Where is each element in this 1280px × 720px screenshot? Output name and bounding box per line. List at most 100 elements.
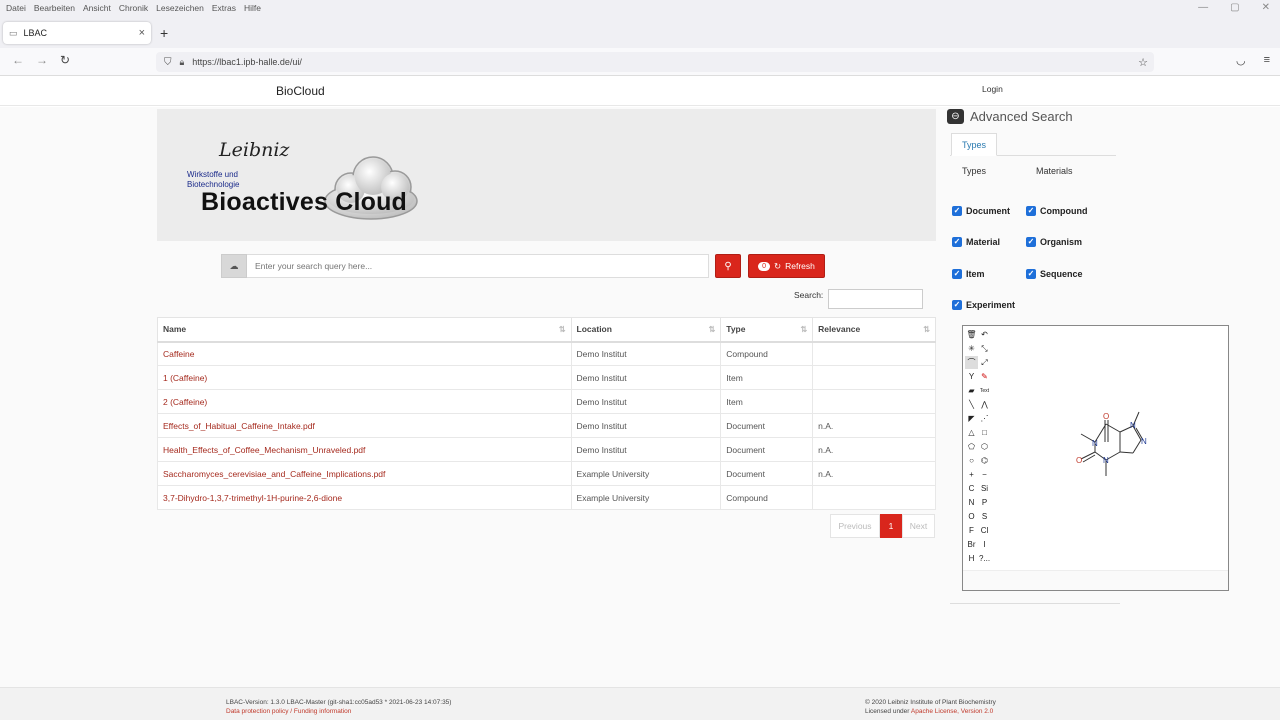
brand-link[interactable]: BioCloud — [276, 84, 325, 98]
atom-c[interactable]: C — [965, 482, 978, 495]
result-type: Compound — [720, 485, 814, 510]
maximize-icon[interactable]: ▢ — [1230, 2, 1239, 13]
circle-icon[interactable]: ○ — [965, 454, 978, 467]
collapse-icon[interactable]: ⊖ — [947, 109, 964, 124]
pagination: Previous 1 Next — [830, 514, 935, 538]
footer-links[interactable]: Data protection policy / Funding informa… — [226, 708, 351, 715]
trash-icon[interactable]: 🗑︎ — [965, 328, 978, 341]
new-tab-icon[interactable]: + — [160, 25, 168, 41]
checkbox-compound[interactable]: ✓ Compound — [1026, 206, 1088, 216]
minimize-icon[interactable]: — — [1198, 2, 1208, 13]
pagination-page-current[interactable]: 1 — [880, 514, 902, 538]
atom-s[interactable]: S — [978, 510, 991, 523]
checkbox-sequence[interactable]: ✓ Sequence — [1026, 269, 1083, 279]
chain-bond-icon[interactable]: ⋀ — [978, 398, 991, 411]
square-icon[interactable]: □ — [978, 426, 991, 439]
table-search-input[interactable] — [828, 289, 923, 309]
result-name-link[interactable]: Health_Effects_of_Coffee_Mechanism_Unrav… — [157, 437, 572, 462]
menu-extras[interactable]: Extras — [212, 3, 236, 13]
back-icon[interactable]: ← — [12, 53, 24, 67]
atom-p[interactable]: P — [978, 496, 991, 509]
checkbox-material[interactable]: ✓ Material — [952, 237, 1000, 247]
atom-br[interactable]: Br — [965, 538, 978, 551]
atom-i[interactable]: I — [978, 538, 991, 551]
resize-icon[interactable]: ⤢ — [978, 356, 991, 369]
triangle-icon[interactable]: △ — [965, 426, 978, 439]
atom-f[interactable]: F — [965, 524, 978, 537]
undo-icon[interactable]: ↶ — [978, 328, 991, 341]
column-header-name[interactable]: Name ⇅ — [157, 317, 572, 343]
license-link[interactable]: Apache License, Version 2.0 — [911, 708, 993, 715]
tab-types[interactable]: Types — [951, 133, 997, 156]
checkbox-item[interactable]: ✓ Item — [952, 269, 985, 279]
sidebar-divider — [950, 603, 1120, 604]
result-location: Demo Institut — [570, 365, 722, 390]
pagination-previous[interactable]: Previous — [830, 514, 880, 538]
login-link[interactable]: Login — [982, 84, 1003, 94]
pocket-icon[interactable]: ◡ — [1236, 54, 1246, 67]
forward-icon[interactable]: → — [36, 53, 48, 67]
atom-si[interactable]: Si — [978, 482, 991, 495]
checkbox-experiment[interactable]: ✓ Experiment — [952, 300, 1015, 310]
structure-editor[interactable]: 🗑︎ ↶ ✳ ⤡ ⌒ ⤢ Y ✎ ▰ Text ╲ ⋀ ◤ ⋰ △ □ ⬠ ⬡ … — [962, 325, 1229, 591]
menu-hilfe[interactable]: Hilfe — [244, 3, 261, 13]
pagination-next[interactable]: Next — [902, 514, 935, 538]
table-row: 2 (Caffeine) Demo Institut Item — [157, 389, 936, 414]
minus-charge-icon[interactable]: − — [978, 468, 991, 481]
advanced-search-header[interactable]: ⊖ Advanced Search — [947, 109, 1073, 124]
menu-bearbeiten[interactable]: Bearbeiten — [34, 3, 75, 13]
pentagon-icon[interactable]: ⬠ — [965, 440, 978, 453]
plus-charge-icon[interactable]: + — [965, 468, 978, 481]
menu-lesezeichen[interactable]: Lesezeichen — [156, 3, 204, 13]
column-header-relevance[interactable]: Relevance ⇅ — [812, 317, 936, 343]
checkbox-document[interactable]: ✓ Document — [952, 206, 1010, 216]
text-tool[interactable]: Text — [978, 384, 991, 397]
table-row: Caffeine Demo Institut Compound — [157, 341, 936, 366]
banner: Leibniz Wirkstoffe und Biotechnologie Bi… — [157, 109, 936, 241]
result-relevance: n.A. — [812, 437, 936, 462]
clean-icon[interactable]: ✳ — [965, 342, 978, 355]
column-header-location[interactable]: Location ⇅ — [570, 317, 722, 343]
menu-datei[interactable]: Datei — [6, 3, 26, 13]
single-bond-icon[interactable]: ╲ — [965, 398, 978, 411]
lasso-icon[interactable]: ⌒ — [965, 356, 978, 369]
column-header-type[interactable]: Type ⇅ — [720, 317, 814, 343]
atom-o[interactable]: O — [965, 510, 978, 523]
result-name-link[interactable]: Effects_of_Habitual_Caffeine_Intake.pdf — [157, 413, 572, 438]
result-relevance — [812, 485, 936, 510]
pen-icon[interactable]: ✎ — [978, 370, 991, 383]
atom-cl[interactable]: Cl — [978, 524, 991, 537]
wedge-bond-icon[interactable]: ◤ — [965, 412, 978, 425]
chain-icon[interactable]: Y — [965, 370, 978, 383]
zoom-fit-icon[interactable]: ⤡ — [978, 342, 991, 355]
search-input[interactable] — [247, 254, 709, 278]
result-name-link[interactable]: 3,7-Dihydro-1,3,7-trimethyl-1H-purine-2,… — [157, 485, 572, 510]
menu-chronik[interactable]: Chronik — [119, 3, 148, 13]
checked-icon: ✓ — [952, 269, 962, 279]
benzene-icon[interactable]: ⌬ — [978, 454, 991, 467]
close-tab-icon[interactable]: × — [139, 27, 145, 39]
checkbox-organism[interactable]: ✓ Organism — [1026, 237, 1082, 247]
hash-bond-icon[interactable]: ⋰ — [978, 412, 991, 425]
atom-other[interactable]: ?... — [978, 552, 991, 565]
refresh-button[interactable]: 0 ↻ Refresh — [748, 254, 825, 278]
browser-tab[interactable]: ▭ LBAC × — [3, 22, 151, 44]
result-name-link[interactable]: Caffeine — [157, 341, 572, 366]
reload-icon[interactable]: ↻ — [60, 53, 70, 67]
eraser-icon[interactable]: ▰ — [965, 384, 978, 397]
cloud-search-icon: ☁ — [221, 254, 247, 278]
result-name-link[interactable]: Saccharomyces_cerevisiae_and_Caffeine_Im… — [157, 461, 572, 486]
result-name-link[interactable]: 1 (Caffeine) — [157, 365, 572, 390]
hexagon-icon[interactable]: ⬡ — [978, 440, 991, 453]
result-name-link[interactable]: 2 (Caffeine) — [157, 389, 572, 414]
checked-icon: ✓ — [952, 300, 962, 310]
hamburger-menu-icon[interactable]: ≡ — [1264, 54, 1270, 67]
url-bar[interactable]: ⛉ 🔒︎ https://lbac1.ipb-halle.de/ui/ ☆ — [156, 52, 1154, 72]
bookmark-star-icon[interactable]: ☆ — [1138, 56, 1148, 69]
result-location: Demo Institut — [570, 341, 722, 366]
atom-n[interactable]: N — [965, 496, 978, 509]
atom-h[interactable]: H — [965, 552, 978, 565]
menu-ansicht[interactable]: Ansicht — [83, 3, 111, 13]
close-window-icon[interactable]: ✕ — [1262, 2, 1270, 13]
search-button[interactable]: ⚲ — [715, 254, 741, 278]
